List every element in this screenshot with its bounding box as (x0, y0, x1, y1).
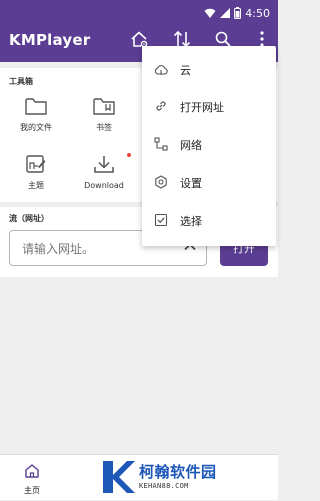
signal-icon (220, 4, 231, 23)
cloud-icon (154, 61, 168, 80)
menu-item-label: 设置 (180, 177, 202, 190)
menu-item-label: 云 (180, 64, 191, 77)
gear-icon (154, 174, 168, 193)
checkbox-icon (154, 212, 168, 231)
network-icon (154, 136, 168, 155)
watermark: 柯翰软件园 KEHAN88.COM (95, 457, 273, 497)
menu-item-settings[interactable]: 设置 (142, 165, 276, 201)
tool-label: Download (84, 181, 124, 190)
watermark-logo-icon (97, 457, 137, 501)
nav-home[interactable]: 主页 (14, 463, 50, 496)
tool-bookmarks[interactable]: 书签 (74, 94, 134, 134)
stream-title: 流（网址） (9, 214, 49, 223)
app-title: KMPlayer (9, 31, 91, 49)
theme-icon (26, 154, 46, 178)
menu-item-select[interactable]: 选择 (142, 203, 276, 239)
tool-label: 主题 (28, 181, 44, 190)
menu-item-label: 打开网址 (180, 101, 224, 114)
tool-label: 书签 (96, 123, 112, 132)
wifi-icon (204, 4, 216, 23)
watermark-text: 柯翰软件园 (139, 463, 217, 481)
tool-theme[interactable]: 主题 (6, 152, 66, 192)
bookmark-folder-icon (93, 97, 115, 119)
tool-my-files[interactable]: 我的文件 (6, 94, 66, 134)
menu-item-cloud[interactable]: 云 (142, 52, 276, 88)
download-icon (93, 154, 115, 178)
menu-item-label: 选择 (180, 215, 202, 228)
link-icon (154, 98, 168, 117)
menu-item-open-url[interactable]: 打开网址 (142, 89, 276, 125)
toolbox-title: 工具箱 (9, 77, 33, 86)
url-placeholder: 请输入网址。 (22, 242, 95, 256)
overflow-menu: 云 打开网址 网络 设置 选择 (142, 46, 276, 246)
menu-item-network[interactable]: 网络 (142, 127, 276, 163)
notification-dot (127, 153, 131, 157)
tool-download[interactable]: Download (74, 152, 134, 192)
status-icons: 4:50 (204, 4, 270, 23)
menu-item-label: 网络 (180, 139, 202, 152)
nav-home-label: 主页 (24, 486, 40, 495)
status-bar: 4:50 (0, 0, 278, 22)
tool-label: 我的文件 (20, 123, 52, 132)
folder-icon (25, 97, 47, 119)
battery-icon (234, 4, 242, 23)
status-time: 4:50 (245, 6, 270, 20)
home-icon (24, 464, 40, 483)
watermark-sub: KEHAN88.COM (139, 482, 189, 490)
